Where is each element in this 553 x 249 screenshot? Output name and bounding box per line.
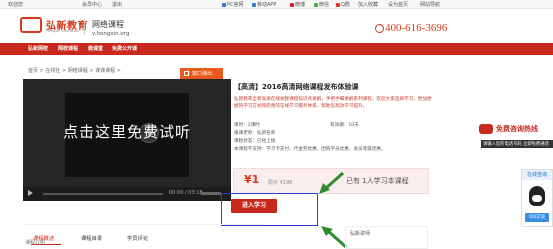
hotline-number: 400-616-3696 xyxy=(385,22,448,34)
window-icon xyxy=(184,71,189,76)
course-status: 课程状态：已经上线 xyxy=(234,139,276,144)
progress-track[interactable] xyxy=(43,193,163,195)
course-hours: 课时：2课时 xyxy=(234,123,260,128)
wechat-link[interactable]: 微信 xyxy=(314,1,329,8)
hotline-title: 免费咨询热线 xyxy=(496,125,538,133)
course-payment-note: 本课程不支持：学习卡支付、代金券优惠、团购学员优惠、会员等级优惠。 xyxy=(234,147,386,152)
popout-label: 窗口弹出 xyxy=(192,71,213,77)
pc-site-link[interactable]: PC官网 xyxy=(222,1,244,8)
player-controls: 00:00 / 03:18 xyxy=(23,187,231,201)
header-divider xyxy=(84,19,85,35)
weibo-link[interactable]: 微博 xyxy=(290,1,305,8)
telephone-icon xyxy=(479,124,493,134)
teacher-panel: 弘新讲师 xyxy=(345,226,428,249)
logo-icon[interactable] xyxy=(20,17,42,33)
add-favorite-link[interactable]: 加入收藏 xyxy=(358,1,378,8)
online-consult-widget: 在线咨询 QQ交谈 xyxy=(521,169,553,227)
teacher-panel-label: 弘新讲师 xyxy=(350,231,371,237)
nav-item-free-class[interactable]: 免费公开课 xyxy=(112,45,137,52)
popout-button[interactable]: 窗口弹出 xyxy=(180,68,223,79)
nav-item-school[interactable]: 弘新网校 xyxy=(28,45,48,52)
mobile-icon xyxy=(252,3,256,7)
breadcrumb[interactable]: 首页 > 在线社 > 网络课程 > 课课课程 > xyxy=(28,67,121,74)
site-url: v.hongxin.org xyxy=(92,31,130,37)
logout-link[interactable]: 退出 xyxy=(112,1,122,8)
course-teacher: 报课老师：弘新名师 xyxy=(234,131,276,136)
callback-input[interactable]: 请输入您的电话号码 立即免费通话 xyxy=(481,140,553,148)
player-time: 00:00 / 03:18 xyxy=(169,190,203,196)
top-bar: 欢迎您 会员中心 退出 PC官网 移动APP 微博 微信 Q群 加入收藏 设为首… xyxy=(0,0,553,9)
video-player[interactable]: 点击这里免费试听 00:00 / 03:18 xyxy=(23,79,231,201)
qq-chat-button[interactable]: QQ交谈 xyxy=(525,213,549,222)
qq-group-link[interactable]: Q群 xyxy=(336,1,350,8)
course-title: 【高清】2016高清网络课程发布体验课 xyxy=(234,83,359,91)
set-homepage-link[interactable]: 设为首页 xyxy=(388,1,408,8)
wechat-icon xyxy=(314,3,318,7)
pc-icon xyxy=(222,3,226,7)
course-description: 弘新教育全新高清在线视频课程知识点讲解，手把手细讲解系列课程，欢迎大家选择学习，… xyxy=(234,97,432,109)
logo-subtext: Hongxin Education xyxy=(46,29,80,33)
free-hotline-widget[interactable]: 免费咨询热线 请输入您的电话号码 立即免费通话 xyxy=(479,120,553,152)
tab-catalog[interactable]: 课程目录 xyxy=(81,234,102,242)
weibo-icon xyxy=(290,3,294,7)
course-validity: 有效期：10天 xyxy=(330,123,359,128)
course-tabs: 课程概述 课程目录 学员评论 xyxy=(23,224,263,249)
qq-icon xyxy=(336,3,340,7)
main-nav: 弘新网校 网校课程 微课堂 免费公开课 xyxy=(0,43,553,55)
course-price: ¥1 xyxy=(244,173,260,186)
online-consult-title: 在线咨询 xyxy=(522,170,552,180)
annotation-arrow-icon xyxy=(319,171,344,194)
free-trial-overlay[interactable]: 点击这里免费试听 xyxy=(23,121,231,142)
site-nav-link[interactable]: 网站导航 xyxy=(420,1,440,8)
learner-count: 已有 1人学习本课程 xyxy=(346,177,409,185)
nav-item-courses[interactable]: 网校课程 xyxy=(58,45,78,52)
welcome-text: 欢迎您 xyxy=(8,2,24,8)
play-small-icon[interactable] xyxy=(28,190,33,196)
course-intro-label: 课程介绍 xyxy=(25,240,46,246)
annotation-arrow-icon xyxy=(321,226,347,249)
original-price: 原价 ¥198 xyxy=(268,180,293,186)
nav-item-micro-class[interactable]: 微课堂 xyxy=(88,45,103,52)
enroll-button[interactable]: 进入学习 xyxy=(231,199,277,213)
site-name: 网络课程 xyxy=(92,20,124,29)
qq-penguin-icon xyxy=(529,186,545,206)
volume-slider[interactable] xyxy=(201,192,221,195)
phone-icon xyxy=(375,24,384,33)
site-header: 弘新教育 Hongxin Education 网络课程 v.hongxin.or… xyxy=(0,9,553,43)
tab-reviews[interactable]: 学员评论 xyxy=(127,234,148,242)
member-center-link[interactable]: 会员中心 xyxy=(82,1,102,8)
mobile-app-link[interactable]: 移动APP xyxy=(252,1,276,8)
